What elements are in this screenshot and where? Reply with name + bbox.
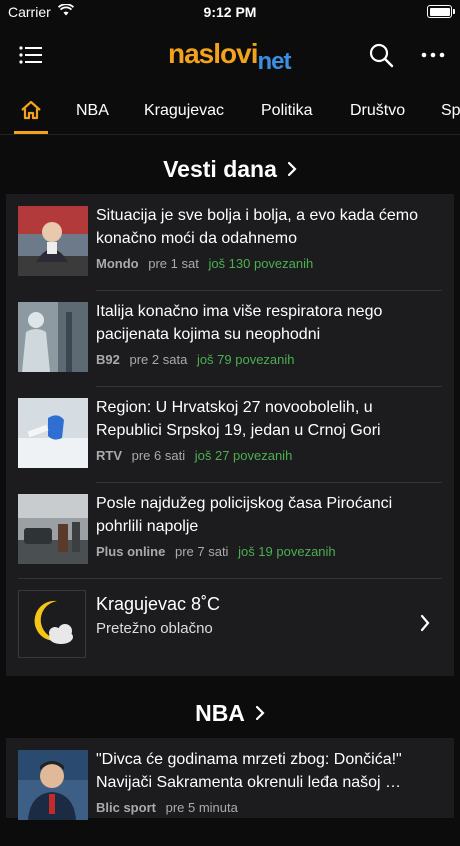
chevron-right-icon bbox=[287, 156, 297, 183]
divider bbox=[96, 290, 442, 291]
news-meta: B92 pre 2 sata još 79 povezanih bbox=[96, 352, 295, 367]
news-time: pre 2 sata bbox=[129, 352, 188, 367]
tab-kragujevac[interactable]: Kragujevac bbox=[144, 102, 224, 120]
weather-widget[interactable]: Kragujevac 8˚C Pretežno oblačno bbox=[18, 590, 442, 660]
news-item[interactable]: Italija konačno ima više respiratora neg… bbox=[18, 302, 442, 398]
news-related-link[interactable]: još 130 povezanih bbox=[208, 256, 313, 271]
news-thumbnail bbox=[18, 494, 88, 564]
news-time: pre 1 sat bbox=[148, 256, 199, 271]
news-meta: RTV pre 6 sati još 27 povezanih bbox=[96, 448, 292, 463]
tabs-divider bbox=[0, 134, 460, 135]
news-meta: Blic sport pre 5 minuta bbox=[96, 800, 238, 815]
news-item[interactable]: "Divca će godinama mrzeti zbog: Dončića!… bbox=[18, 750, 442, 846]
news-source: Plus online bbox=[96, 544, 166, 559]
moon-cloud-icon bbox=[18, 590, 86, 658]
tab-politika[interactable]: Politika bbox=[261, 102, 313, 120]
logo-part1: naslovi bbox=[168, 38, 258, 69]
news-time: pre 7 sati bbox=[174, 544, 229, 559]
battery-icon bbox=[427, 5, 455, 18]
news-source: B92 bbox=[96, 352, 120, 367]
more-icon[interactable] bbox=[420, 42, 446, 68]
tab-home[interactable] bbox=[14, 88, 48, 134]
home-icon bbox=[21, 100, 41, 120]
divider bbox=[96, 482, 442, 483]
section-title-vesti-dana[interactable]: Vesti dana bbox=[0, 156, 460, 183]
section-title-label: Vesti dana bbox=[163, 156, 277, 182]
news-thumbnail bbox=[18, 302, 88, 372]
app-logo[interactable]: naslovinet bbox=[168, 38, 291, 75]
news-related-link[interactable]: još 27 povezanih bbox=[195, 448, 293, 463]
news-headline: Situacija je sve bolja i bolja, a evo ka… bbox=[96, 207, 418, 247]
news-related-link[interactable]: još 79 povezanih bbox=[197, 352, 295, 367]
news-item[interactable]: Situacija je sve bolja i bolja, a evo ka… bbox=[18, 206, 442, 302]
category-tabs: NBA Kragujevac Politika Društvo Sp bbox=[0, 88, 460, 134]
tab-sport[interactable]: Sp bbox=[441, 102, 460, 120]
news-source: Blic sport bbox=[96, 800, 156, 815]
news-headline: Posle najdužeg policijskog časa Piroćanc… bbox=[96, 495, 393, 535]
menu-icon[interactable] bbox=[18, 44, 44, 66]
news-headline: "Divca će godinama mrzeti zbog: Dončića!… bbox=[96, 751, 402, 791]
news-card: "Divca će godinama mrzeti zbog: Dončića!… bbox=[6, 738, 454, 820]
news-meta: Plus online pre 7 sati još 19 povezanih bbox=[96, 544, 336, 559]
chevron-right-icon bbox=[420, 614, 430, 637]
news-headline: Region: U Hrvatskoj 27 novoobolelih, u R… bbox=[96, 399, 381, 439]
section-title-label: NBA bbox=[195, 700, 245, 726]
news-headline: Italija konačno ima više respiratora neg… bbox=[96, 303, 383, 343]
news-time: pre 5 minuta bbox=[165, 800, 238, 815]
clock: 9:12 PM bbox=[203, 4, 257, 20]
search-icon[interactable] bbox=[368, 42, 394, 68]
logo-part2: net bbox=[257, 48, 291, 75]
news-thumbnail bbox=[18, 750, 88, 820]
weather-city: Kragujevac 8˚C bbox=[96, 594, 221, 614]
news-item[interactable]: Posle najdužeg policijskog časa Piroćanc… bbox=[18, 494, 442, 590]
status-bar: Carrier 9:12 PM bbox=[0, 0, 460, 26]
chevron-right-icon bbox=[255, 700, 265, 727]
weather-condition: Pretežno oblačno bbox=[96, 620, 213, 637]
tab-drustvo[interactable]: Društvo bbox=[350, 102, 405, 120]
top-bar: naslovinet bbox=[0, 26, 460, 88]
tab-nba[interactable]: NBA bbox=[76, 102, 109, 120]
section-title-nba[interactable]: NBA bbox=[0, 700, 460, 727]
news-thumbnail bbox=[18, 398, 88, 468]
news-source: Mondo bbox=[96, 256, 139, 271]
news-item[interactable]: Region: U Hrvatskoj 27 novoobolelih, u R… bbox=[18, 398, 442, 494]
divider bbox=[96, 386, 442, 387]
news-related-link[interactable]: još 19 povezanih bbox=[238, 544, 336, 559]
news-thumbnail bbox=[18, 206, 88, 276]
news-time: pre 6 sati bbox=[131, 448, 186, 463]
news-card: Situacija je sve bolja i bolja, a evo ka… bbox=[6, 194, 454, 676]
divider bbox=[18, 578, 442, 579]
news-source: RTV bbox=[96, 448, 122, 463]
news-meta: Mondo pre 1 sat još 130 povezanih bbox=[96, 256, 313, 271]
